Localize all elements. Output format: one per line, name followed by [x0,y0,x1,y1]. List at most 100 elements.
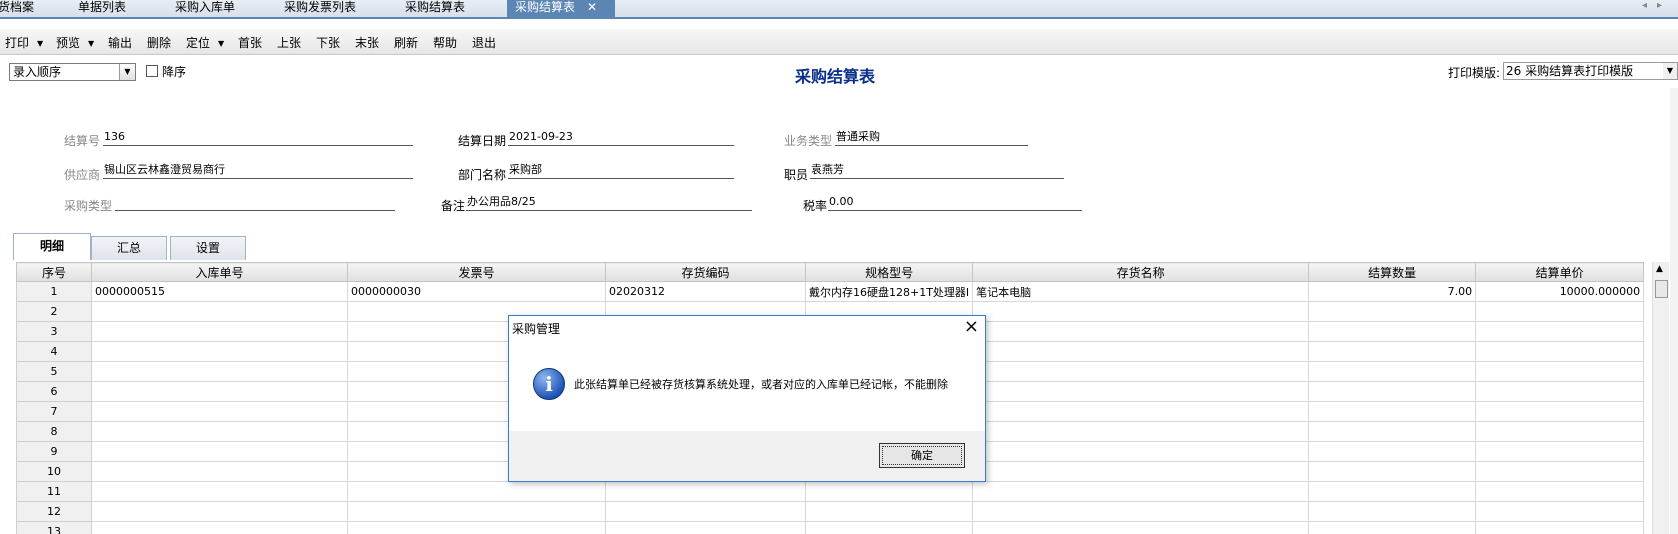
next-button[interactable]: 下张 [316,34,340,51]
cell-spec[interactable] [805,501,974,522]
cell-settle-price[interactable] [1475,501,1645,522]
help-button[interactable]: 帮助 [433,34,457,51]
cell-settle-qty[interactable] [1308,421,1477,442]
cell-invoice-no[interactable]: 0000000030 [347,281,606,302]
tab-purchase-settlement[interactable]: 采购结算表 [405,0,465,17]
cell-receipt-no[interactable] [91,321,348,342]
table-row[interactable]: 11 [16,481,1645,502]
cell-item-code[interactable] [605,521,806,534]
cell-row-no[interactable]: 6 [16,381,92,402]
cell-row-no[interactable]: 12 [16,501,92,522]
cell-settle-qty[interactable] [1308,381,1477,402]
scroll-up-icon[interactable]: ▲ [1656,264,1663,274]
cell-row-no[interactable]: 4 [16,341,92,362]
cell-row-no[interactable]: 5 [16,361,92,382]
cell-receipt-no[interactable] [91,441,348,462]
chevron-down-icon[interactable]: ▼ [119,64,135,80]
cell-spec[interactable]: 戴尔内存16硬盘128+1T处理器I [805,281,974,302]
table-row[interactable]: 13 [16,521,1645,534]
biz-type-field[interactable]: 普通采购 [835,130,1028,146]
table-row[interactable]: 12 [16,501,1645,522]
print-template-select[interactable]: 26 采购结算表打印模版 ▼ [1503,62,1678,80]
cell-settle-qty[interactable] [1308,461,1477,482]
cell-item-name[interactable]: 笔记本电脑 [972,281,1310,302]
cell-settle-price[interactable] [1475,301,1645,322]
export-button[interactable]: 输出 [108,34,132,51]
tab-document-list[interactable]: 单据列表 [78,0,126,17]
tab-purchase-invoice-list[interactable]: 采购发票列表 [284,0,356,17]
chevron-left-icon[interactable]: ◂ [1642,0,1657,11]
grid-vertical-scrollbar[interactable]: ▲ [1652,262,1669,534]
print-button[interactable]: 打印 ▼ [5,34,43,51]
chevron-down-icon[interactable]: ▼ [218,39,224,48]
cell-item-name[interactable] [972,321,1310,342]
remark-field[interactable]: 办公用品8/25 [466,195,752,211]
chevron-right-icon[interactable]: ▸ [1657,0,1672,11]
cell-settle-qty[interactable] [1308,341,1477,362]
cell-item-name[interactable] [972,381,1310,402]
cell-receipt-no[interactable] [91,381,348,402]
cell-settle-price[interactable] [1475,401,1645,422]
prev-button[interactable]: 上张 [277,34,301,51]
table-row[interactable]: 1 0000000515 0000000030 02020312 戴尔内存16硬盘128… [16,281,1645,302]
close-icon[interactable]: × [964,316,979,337]
page-vertical-scrollbar[interactable] [1670,88,1678,534]
cell-settle-qty[interactable] [1308,301,1477,322]
cell-settle-price[interactable] [1475,461,1645,482]
preview-button[interactable]: 预览 ▼ [56,34,94,51]
cell-settle-qty[interactable] [1308,401,1477,422]
cell-item-name[interactable] [972,461,1310,482]
cell-row-no[interactable]: 1 [16,281,92,302]
cell-item-name[interactable] [972,441,1310,462]
cell-settle-price[interactable] [1475,361,1645,382]
cell-settle-price[interactable]: 10000.000000 [1475,281,1645,302]
cell-spec[interactable] [805,481,974,502]
chevron-down-icon[interactable]: ▼ [1663,63,1677,79]
tab-scroll-arrows[interactable]: ◂▸ [1642,0,1672,11]
close-icon[interactable]: ✕ [587,0,597,14]
col-header-invoice-no[interactable]: 发票号 [347,262,606,282]
cell-settle-qty[interactable] [1308,481,1477,502]
supplier-field[interactable]: 锡山区云林鑫澄贸易商行 [103,163,413,179]
cell-item-code[interactable]: 02020312 [605,281,806,302]
dept-field[interactable]: 采购部 [508,163,734,179]
cell-item-name[interactable] [972,481,1310,502]
cell-settle-price[interactable] [1475,481,1645,502]
cell-settle-price[interactable] [1475,521,1645,534]
cell-settle-price[interactable] [1475,441,1645,462]
cell-row-no[interactable]: 13 [16,521,92,534]
cell-invoice-no[interactable] [347,481,606,502]
cell-row-no[interactable]: 8 [16,421,92,442]
cell-settle-qty[interactable] [1308,521,1477,534]
tab-detail[interactable]: 明细 [13,233,91,260]
cell-receipt-no[interactable] [91,461,348,482]
staff-field[interactable]: 袁燕芳 [810,163,1064,179]
tab-purchase-receipt[interactable]: 采购入库单 [175,0,235,17]
sort-order-select[interactable]: 录入顺序 ▼ [9,63,136,81]
cell-settle-qty[interactable]: 7.00 [1308,281,1477,302]
settle-no-field[interactable]: 136 [103,130,413,146]
cell-settle-price[interactable] [1475,321,1645,342]
cell-settle-qty[interactable] [1308,321,1477,342]
cell-settle-qty[interactable] [1308,501,1477,522]
last-button[interactable]: 末张 [355,34,379,51]
cell-settle-qty[interactable] [1308,441,1477,462]
cell-row-no[interactable]: 9 [16,441,92,462]
cell-receipt-no[interactable]: 0000000515 [91,281,348,302]
tax-rate-field[interactable]: 0.00 [828,195,1082,211]
cell-receipt-no[interactable] [91,421,348,442]
cell-item-name[interactable] [972,521,1310,534]
col-header-row-no[interactable]: 序号 [16,262,92,282]
cell-item-name[interactable] [972,421,1310,442]
col-header-settle-qty[interactable]: 结算数量 [1308,262,1477,282]
first-button[interactable]: 首张 [238,34,262,51]
settle-date-field[interactable]: 2021-09-23 [508,130,734,146]
scrollbar-thumb[interactable] [1655,280,1668,298]
cell-receipt-no[interactable] [91,481,348,502]
chevron-down-icon[interactable]: ▼ [88,39,94,48]
col-header-item-code[interactable]: 存货编码 [605,262,806,282]
descending-checkbox[interactable] [146,65,158,77]
cell-row-no[interactable]: 11 [16,481,92,502]
cell-item-name[interactable] [972,401,1310,422]
cell-receipt-no[interactable] [91,521,348,534]
